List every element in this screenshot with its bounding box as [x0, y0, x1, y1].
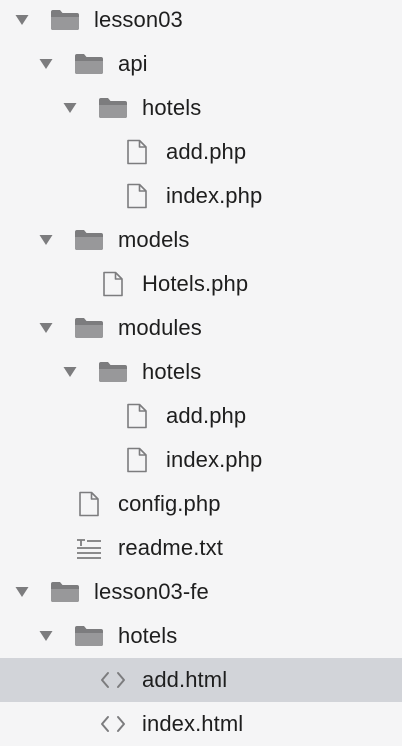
tree-item-hotels-php[interactable]: Hotels.php	[0, 262, 402, 306]
tree-item-label: readme.txt	[118, 535, 223, 560]
tree-item-index-php[interactable]: index.php	[0, 174, 402, 218]
tree-item-label: hotels	[142, 95, 202, 120]
folder-icon	[72, 614, 106, 658]
file-tree: lesson03 api hotels add.php index.php models H…	[0, 0, 402, 746]
tree-item-index-php[interactable]: index.php	[0, 438, 402, 482]
tree-item-label: lesson03-fe	[94, 579, 209, 604]
folder-icon	[72, 42, 106, 86]
file-icon	[120, 394, 154, 438]
disclosure-chevron-icon[interactable]	[37, 218, 55, 262]
tree-item-label: hotels	[142, 359, 202, 384]
tree-item-label: models	[118, 227, 190, 252]
tree-item-add-php[interactable]: add.php	[0, 130, 402, 174]
tree-item-label: add.html	[142, 667, 228, 692]
tree-item-index-html[interactable]: index.html	[0, 702, 402, 746]
tree-item-config-php[interactable]: config.php	[0, 482, 402, 526]
disclosure-chevron-icon[interactable]	[37, 306, 55, 350]
code-icon	[96, 702, 130, 746]
tree-item-label: add.php	[166, 139, 247, 164]
file-icon	[96, 262, 130, 306]
folder-icon	[72, 306, 106, 350]
tree-item-readme-txt[interactable]: readme.txt	[0, 526, 402, 570]
disclosure-chevron-icon[interactable]	[13, 0, 31, 42]
disclosure-chevron-icon[interactable]	[37, 614, 55, 658]
tree-item-label: index.php	[166, 447, 263, 472]
folder-icon	[72, 218, 106, 262]
tree-item-add-php[interactable]: add.php	[0, 394, 402, 438]
tree-item-api[interactable]: api	[0, 42, 402, 86]
file-icon	[120, 438, 154, 482]
tree-item-lesson03-fe[interactable]: lesson03-fe	[0, 570, 402, 614]
tree-item-label: config.php	[118, 491, 221, 516]
tree-item-hotels[interactable]: hotels	[0, 350, 402, 394]
tree-item-label: Hotels.php	[142, 271, 249, 296]
tree-item-lesson03[interactable]: lesson03	[0, 0, 402, 42]
tree-item-label: lesson03	[94, 7, 183, 32]
tree-item-hotels[interactable]: hotels	[0, 614, 402, 658]
tree-item-add-html[interactable]: add.html	[0, 658, 402, 702]
file-icon	[120, 174, 154, 218]
folder-icon	[96, 86, 130, 130]
tree-item-label: index.html	[142, 711, 244, 736]
text-file-icon	[72, 526, 106, 570]
tree-item-label: add.php	[166, 403, 247, 428]
disclosure-chevron-icon[interactable]	[13, 570, 31, 614]
tree-item-models[interactable]: models	[0, 218, 402, 262]
folder-icon	[48, 570, 82, 614]
tree-item-modules[interactable]: modules	[0, 306, 402, 350]
file-icon	[72, 482, 106, 526]
disclosure-chevron-icon[interactable]	[61, 350, 79, 394]
tree-item-label: modules	[118, 315, 202, 340]
tree-item-label: hotels	[118, 623, 178, 648]
tree-item-label: api	[118, 51, 148, 76]
disclosure-chevron-icon[interactable]	[37, 42, 55, 86]
disclosure-chevron-icon[interactable]	[61, 86, 79, 130]
tree-item-hotels[interactable]: hotels	[0, 86, 402, 130]
folder-icon	[48, 0, 82, 42]
file-icon	[120, 130, 154, 174]
folder-icon	[96, 350, 130, 394]
tree-item-label: index.php	[166, 183, 263, 208]
code-icon	[96, 658, 130, 702]
